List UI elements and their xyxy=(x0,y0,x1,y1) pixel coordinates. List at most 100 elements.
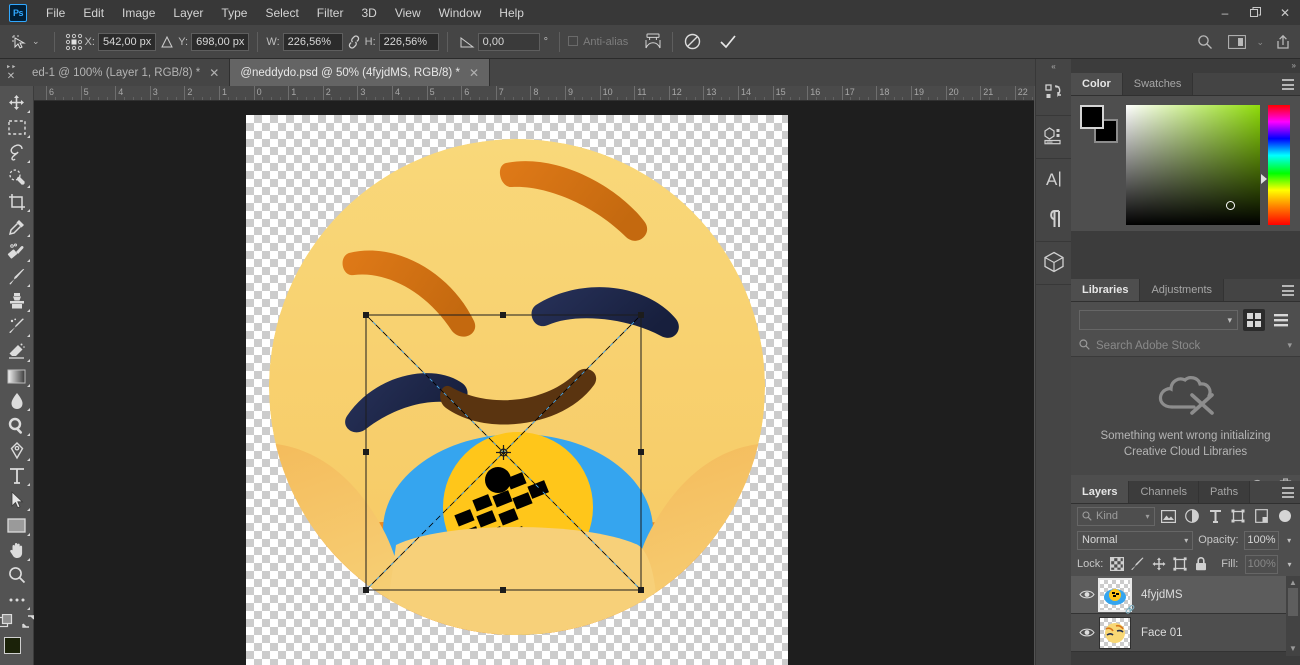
library-select[interactable]: ▾ xyxy=(1079,310,1238,330)
tab-layers[interactable]: Layers xyxy=(1071,481,1130,503)
blend-mode-select[interactable]: Normal ▾ xyxy=(1077,530,1194,550)
lock-artboard-nesting-icon[interactable] xyxy=(1173,555,1187,573)
lock-transparent-pixels-icon[interactable] xyxy=(1110,555,1125,573)
opacity-chevron-down-icon[interactable]: ▾ xyxy=(1284,531,1294,550)
collapse-panels-left-icon[interactable]: « xyxy=(1036,59,1071,73)
fill-input[interactable]: 100% xyxy=(1245,554,1279,574)
filter-toggle-icon[interactable] xyxy=(1276,507,1294,526)
minimize-button[interactable]: – xyxy=(1210,0,1240,25)
commit-transform-icon[interactable] xyxy=(717,31,739,53)
restore-button[interactable] xyxy=(1240,0,1270,25)
lasso-tool[interactable] xyxy=(2,140,32,165)
filter-type-icon[interactable] xyxy=(1206,507,1224,526)
move-tool[interactable] xyxy=(2,90,32,115)
width-input[interactable]: 226,56% xyxy=(282,32,343,51)
horizontal-ruler[interactable]: 6 5 4 3 2 1 0 1 2 3 4 5 6 7 8 9 10 11 12 13 14 15 16 17 18 19 20 21… xyxy=(34,86,1034,101)
history-icon[interactable] xyxy=(1036,73,1072,113)
scrollbar-thumb[interactable] xyxy=(1288,588,1298,616)
tab-paths[interactable]: Paths xyxy=(1198,481,1251,503)
canvas-area[interactable]: maiv XV xyxy=(34,101,1034,665)
eye-icon[interactable] xyxy=(1075,614,1099,652)
menu-item-file[interactable]: File xyxy=(37,2,74,24)
hand-tool[interactable] xyxy=(2,538,32,563)
menu-item-help[interactable]: Help xyxy=(490,2,533,24)
fill-chevron-down-icon[interactable]: ▾ xyxy=(1285,555,1294,574)
layer-name[interactable]: 4fyjdMS xyxy=(1141,589,1183,601)
color-panel-foreground-swatch[interactable] xyxy=(1080,105,1104,129)
filter-smartobject-icon[interactable] xyxy=(1253,507,1271,526)
foreground-color-swatch[interactable] xyxy=(3,637,21,655)
menu-item-window[interactable]: Window xyxy=(430,2,491,24)
panel-menu-icon[interactable] xyxy=(1282,487,1294,498)
lock-all-icon[interactable] xyxy=(1194,555,1207,573)
list-view-icon[interactable] xyxy=(1270,309,1292,331)
layer-row-face-01[interactable]: Face 01 xyxy=(1071,614,1300,652)
document-tab-untitled[interactable]: ed-1 @ 100% (Layer 1, RGB/8) * ✕ xyxy=(22,59,231,86)
tool-preset-chevron[interactable]: ⌄ xyxy=(32,36,40,47)
layer-thumbnail[interactable]: 🔗 xyxy=(1098,577,1135,614)
panel-menu-icon[interactable] xyxy=(1282,285,1294,296)
reference-point-selector[interactable] xyxy=(63,31,85,53)
layer-name[interactable]: Face 01 xyxy=(1141,627,1183,639)
edit-toolbar-ellipsis-icon[interactable] xyxy=(2,588,32,613)
expand-panels-right-icon[interactable]: » xyxy=(1292,59,1296,73)
tab-close-icon[interactable]: ✕ xyxy=(209,66,219,80)
hue-slider-handle[interactable] xyxy=(1261,174,1267,184)
tab-overflow-icon[interactable]: ‣‣ ✕ xyxy=(0,59,22,86)
clone-stamp-tool[interactable] xyxy=(2,289,32,314)
document-canvas[interactable]: maiv XV xyxy=(246,115,788,665)
adobe-stock-search[interactable]: Search Adobe Stock ▾ xyxy=(1071,335,1300,357)
panel-menu-icon[interactable] xyxy=(1282,79,1294,90)
antialias-checkbox[interactable]: Anti-alias xyxy=(568,35,628,48)
menu-item-type[interactable]: Type xyxy=(212,2,256,24)
menu-item-filter[interactable]: Filter xyxy=(308,2,353,24)
filter-adjustment-icon[interactable] xyxy=(1183,507,1201,526)
hue-slider[interactable] xyxy=(1261,105,1290,225)
zoom-tool[interactable] xyxy=(2,563,32,588)
color-swatches[interactable] xyxy=(2,636,32,665)
height-input[interactable]: 226,56% xyxy=(378,32,439,51)
menu-item-image[interactable]: Image xyxy=(113,2,164,24)
x-input[interactable]: 542,00 px xyxy=(97,32,157,51)
warp-icon[interactable] xyxy=(642,31,664,53)
tab-channels[interactable]: Channels xyxy=(1129,481,1199,503)
path-selection-tool[interactable] xyxy=(2,488,32,513)
tab-adjustments[interactable]: Adjustments xyxy=(1140,279,1224,301)
character-icon[interactable]: A xyxy=(1036,159,1072,199)
pen-tool[interactable] xyxy=(2,438,32,463)
quick-selection-tool[interactable] xyxy=(2,165,32,190)
workspace-icon[interactable] xyxy=(1226,31,1248,53)
filter-pixel-icon[interactable] xyxy=(1160,507,1178,526)
color-panel-swatches[interactable] xyxy=(1080,105,1118,143)
rectangular-marquee-tool[interactable] xyxy=(2,115,32,140)
layer-thumbnail[interactable] xyxy=(1099,616,1131,649)
opacity-input[interactable]: 100% xyxy=(1243,530,1280,550)
move-tool-icon[interactable] xyxy=(8,31,30,53)
dodge-tool[interactable] xyxy=(2,413,32,438)
y-input[interactable]: 698,00 px xyxy=(191,32,250,51)
color-picker-marker[interactable] xyxy=(1226,201,1235,210)
delta-icon[interactable] xyxy=(156,31,178,53)
quick-mask-icon[interactable] xyxy=(0,614,15,632)
tab-color[interactable]: Color xyxy=(1071,73,1123,95)
tab-swatches[interactable]: Swatches xyxy=(1122,73,1194,95)
document-tab-neddydo[interactable]: @neddydo.psd @ 50% (4fyjdMS, RGB/8) * ✕ xyxy=(230,59,490,86)
grid-view-icon[interactable] xyxy=(1243,309,1265,331)
crop-tool[interactable] xyxy=(2,190,32,215)
gradient-tool[interactable] xyxy=(2,364,32,389)
menu-item-layer[interactable]: Layer xyxy=(164,2,212,24)
tab-close-icon[interactable]: ✕ xyxy=(469,66,479,80)
search-icon[interactable] xyxy=(1194,31,1216,53)
blur-tool[interactable] xyxy=(2,389,32,414)
menu-item-edit[interactable]: Edit xyxy=(74,2,113,24)
eraser-tool[interactable] xyxy=(2,339,32,364)
brush-tool[interactable] xyxy=(2,264,32,289)
workspace-chevron-down-icon[interactable]: ⌄ xyxy=(1256,37,1264,48)
rotate-angle-input[interactable]: 0,00 xyxy=(477,32,540,51)
chevron-down-icon[interactable]: ▾ xyxy=(1287,340,1292,351)
3d-object-icon[interactable] xyxy=(1036,242,1072,282)
menu-item-select[interactable]: Select xyxy=(256,2,307,24)
tab-libraries[interactable]: Libraries xyxy=(1071,279,1141,301)
layers-scrollbar[interactable]: ▲ ▼ xyxy=(1286,576,1300,656)
eyedropper-tool[interactable] xyxy=(2,214,32,239)
